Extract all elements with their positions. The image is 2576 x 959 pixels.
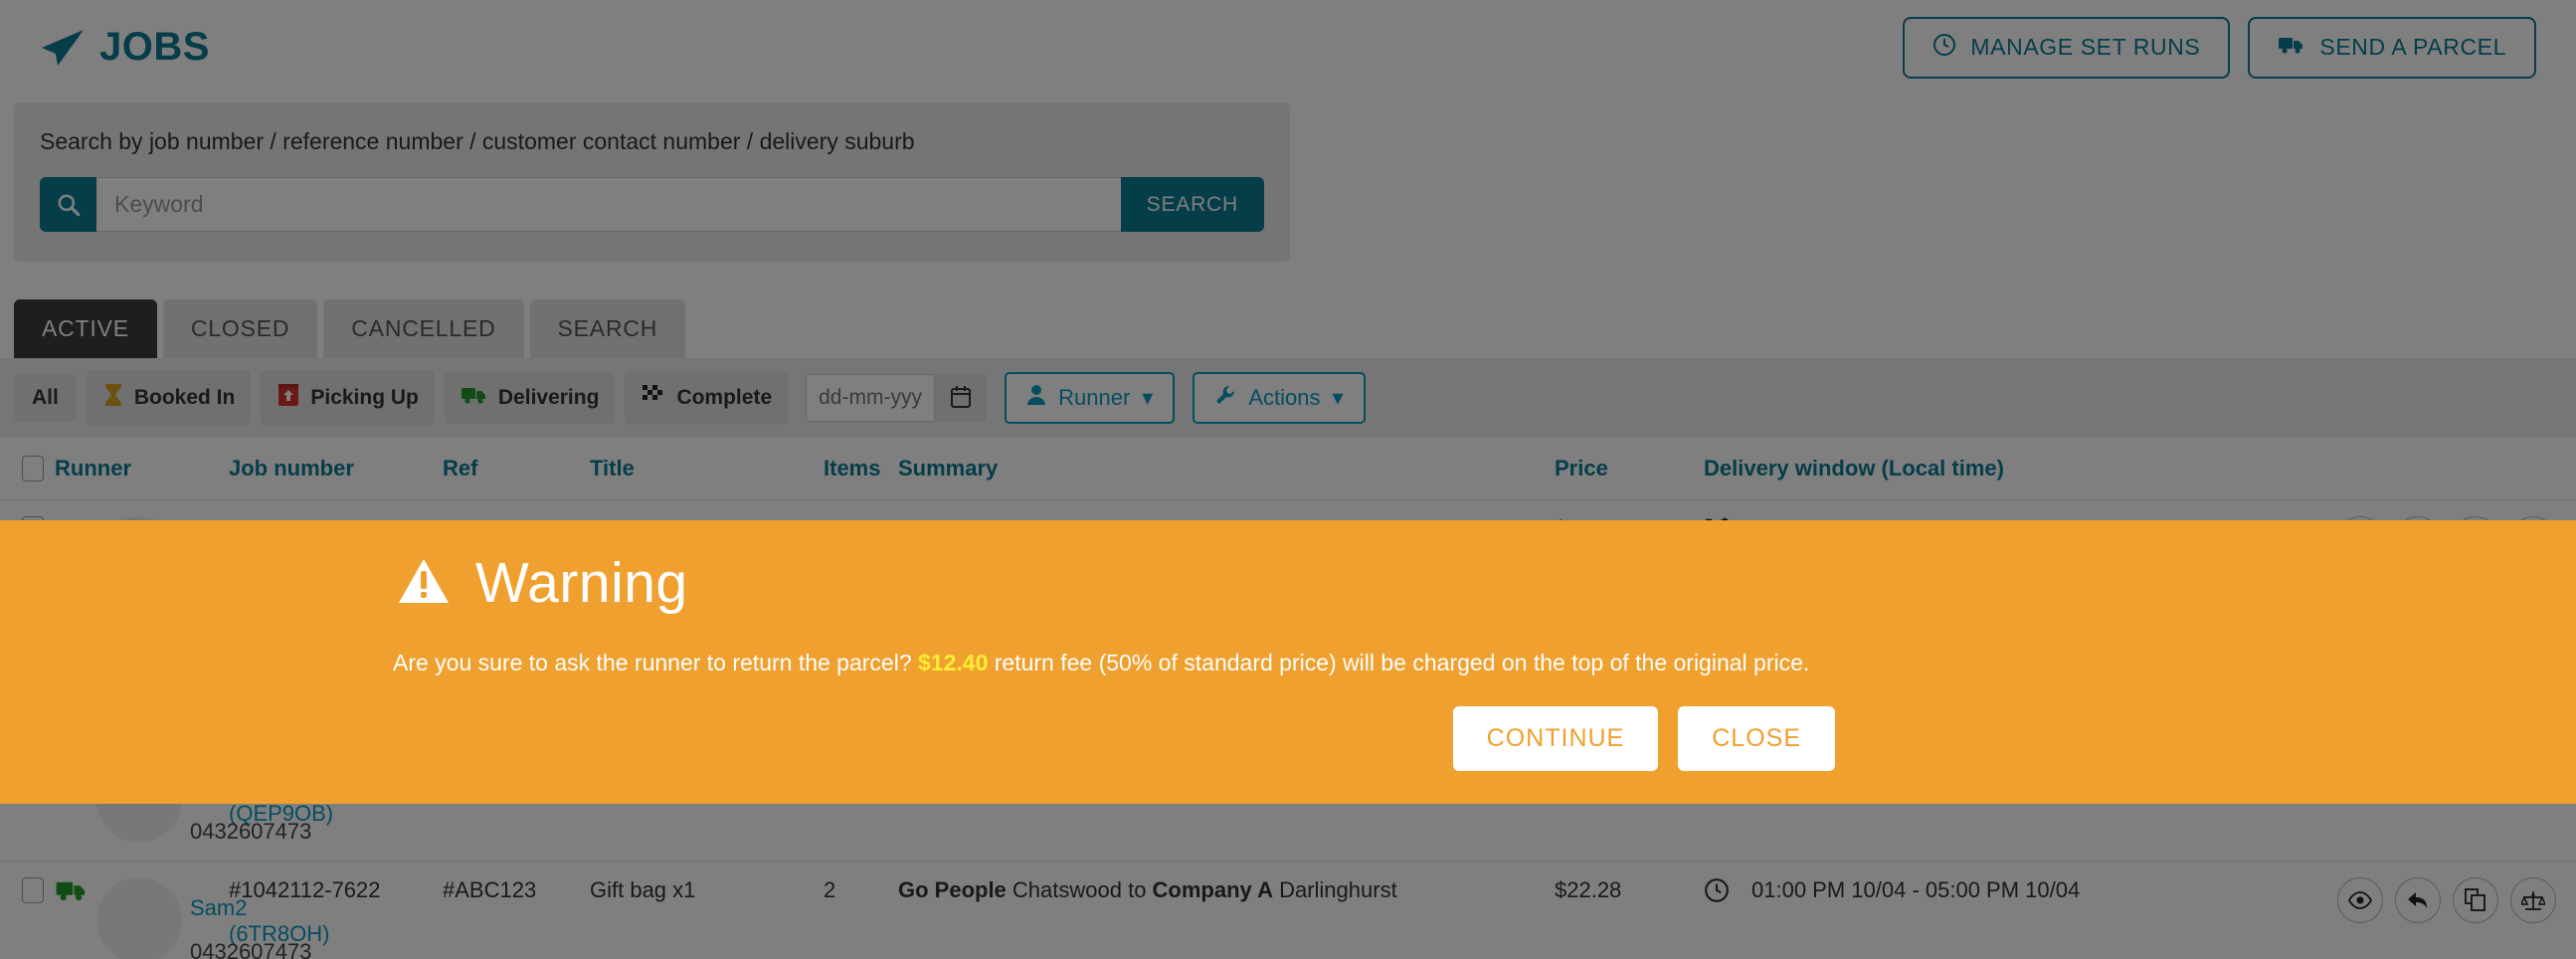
chevron-down-icon: ▾ (1332, 385, 1344, 410)
status-tabs: ACTIVE CLOSED CANCELLED SEARCH (14, 299, 2562, 358)
th-title[interactable]: Title (590, 438, 824, 500)
row-select-cell (0, 861, 55, 959)
return-parcel-button[interactable] (2395, 877, 2441, 923)
truck-icon (2278, 34, 2305, 62)
runner-phone: 0432607473 (190, 939, 312, 959)
send-a-parcel-label: SEND A PARCEL (2319, 34, 2506, 60)
runner-phone: 0432607473 (190, 819, 312, 844)
date-filter (806, 374, 988, 422)
search-button[interactable]: SEARCH (1120, 177, 1264, 232)
filter-complete-label: Complete (676, 386, 773, 409)
filter-booked-in-label: Booked In (133, 386, 236, 409)
search-row: SEARCH (40, 177, 1264, 232)
runner-cell: Sam2 0432607473 (55, 861, 311, 959)
filter-complete-button[interactable]: Complete (625, 371, 789, 425)
warning-buttons: CONTINUE CLOSE (0, 706, 1835, 771)
title-cell: Gift bag x1 (590, 861, 824, 959)
manage-set-runs-button[interactable]: MANAGE SET RUNS (1903, 16, 2231, 79)
warning-dialog: Warning Are you sure to ask the runner t… (0, 520, 2576, 804)
close-button[interactable]: CLOSE (1678, 706, 1835, 771)
items-cell: 2 (824, 861, 898, 959)
chevron-down-icon: ▾ (1142, 385, 1154, 410)
runner-dropdown-label: Runner (1058, 385, 1131, 410)
runner-dropdown[interactable]: Runner ▾ (1005, 372, 1176, 424)
select-all-checkbox[interactable] (22, 456, 44, 481)
tab-cancelled[interactable]: CANCELLED (323, 299, 524, 358)
search-input[interactable] (96, 177, 1121, 232)
warning-message: Are you sure to ask the runner to return… (393, 650, 2576, 676)
page-header: JOBS MANAGE SET RUNS SEND A PARCEL (0, 0, 2576, 95)
price-cell: $22.28 (1555, 861, 1704, 959)
search-panel: Search by job number / reference number … (14, 102, 1290, 262)
checkered-flag-icon (641, 383, 666, 413)
table-row[interactable]: Sam2 0432607473 #1042112-7622 (6TR8OH) #… (0, 861, 2576, 959)
wrench-icon (1214, 384, 1236, 412)
warning-message-after: return fee (50% of standard price) will … (994, 650, 1810, 675)
continue-button[interactable]: CONTINUE (1452, 706, 1659, 771)
warning-triangle-icon (398, 557, 450, 610)
th-summary[interactable]: Summary (898, 438, 1555, 500)
paper-plane-icon (40, 28, 86, 68)
jobs-page: JOBS MANAGE SET RUNS SEND A PARCEL Searc… (0, 0, 2576, 959)
hourglass-icon (102, 382, 124, 414)
table-header: Runner Job number Ref Title Items Summar… (0, 438, 2576, 500)
warning-message-before: Are you sure to ask the runner to return… (393, 650, 912, 675)
clock-icon (1704, 877, 1730, 909)
filter-all-button[interactable]: All (14, 374, 77, 422)
brand: JOBS (40, 25, 210, 70)
row-actions-cell (2261, 861, 2576, 959)
actions-dropdown[interactable]: Actions ▾ (1193, 372, 1366, 424)
summary-cell: Go People Chatswood to Company A Darling… (898, 861, 1555, 959)
delivery-window-cell: 01:00 PM 10/04 - 05:00 PM 10/04 (1704, 861, 2261, 959)
runner-name[interactable]: Sam2 (190, 895, 247, 920)
calendar-button[interactable] (935, 374, 988, 422)
tab-active[interactable]: ACTIVE (14, 299, 157, 358)
header-actions: MANAGE SET RUNS SEND A PARCEL (1903, 16, 2536, 79)
send-a-parcel-button[interactable]: SEND A PARCEL (2248, 16, 2536, 79)
duplicate-job-button[interactable] (2453, 877, 2498, 923)
filter-booked-in-button[interactable]: Booked In (86, 370, 252, 426)
th-items[interactable]: Items (824, 438, 898, 500)
person-icon (1026, 384, 1046, 412)
status-truck-icon (55, 877, 89, 909)
manage-set-runs-label: MANAGE SET RUNS (1970, 34, 2201, 60)
delivery-window-text: 01:00 PM 10/04 - 05:00 PM 10/04 (1751, 877, 2081, 902)
th-job-number[interactable]: Job number (229, 438, 443, 500)
tab-search[interactable]: SEARCH (529, 299, 686, 358)
th-ref[interactable]: Ref (443, 438, 590, 500)
dispute-job-button[interactable] (2510, 877, 2556, 923)
warning-title: Warning (475, 551, 688, 615)
calendar-icon (950, 385, 972, 412)
row-checkbox[interactable] (22, 877, 44, 903)
warning-header: Warning (398, 550, 2576, 616)
ref-cell: #ABC123 (443, 861, 590, 959)
select-all-header (0, 438, 55, 500)
search-icon (40, 177, 96, 232)
parcel-up-icon (276, 382, 300, 414)
search-hint: Search by job number / reference number … (40, 128, 915, 154)
filter-picking-up-label: Picking Up (310, 386, 419, 409)
actions-dropdown-label: Actions (1248, 385, 1321, 410)
th-runner[interactable]: Runner (55, 438, 229, 500)
avatar (96, 877, 182, 959)
clock-icon (1932, 33, 1956, 63)
th-delivery-window[interactable]: Delivery window (Local time) (1704, 438, 2261, 500)
filter-bar: All Booked In Picking Up Delivering Comp… (0, 358, 2576, 438)
date-input[interactable] (806, 374, 936, 422)
view-job-button[interactable] (2337, 877, 2383, 923)
tab-closed[interactable]: CLOSED (162, 299, 318, 358)
filter-delivering-button[interactable]: Delivering (444, 372, 616, 424)
th-price[interactable]: Price (1555, 438, 1704, 500)
th-actions (2261, 438, 2576, 500)
filter-delivering-label: Delivering (497, 386, 600, 409)
truck-green-icon (460, 384, 488, 412)
brand-title: JOBS (99, 25, 210, 69)
warning-amount: $12.40 (918, 650, 989, 675)
filter-picking-up-button[interactable]: Picking Up (261, 370, 435, 426)
